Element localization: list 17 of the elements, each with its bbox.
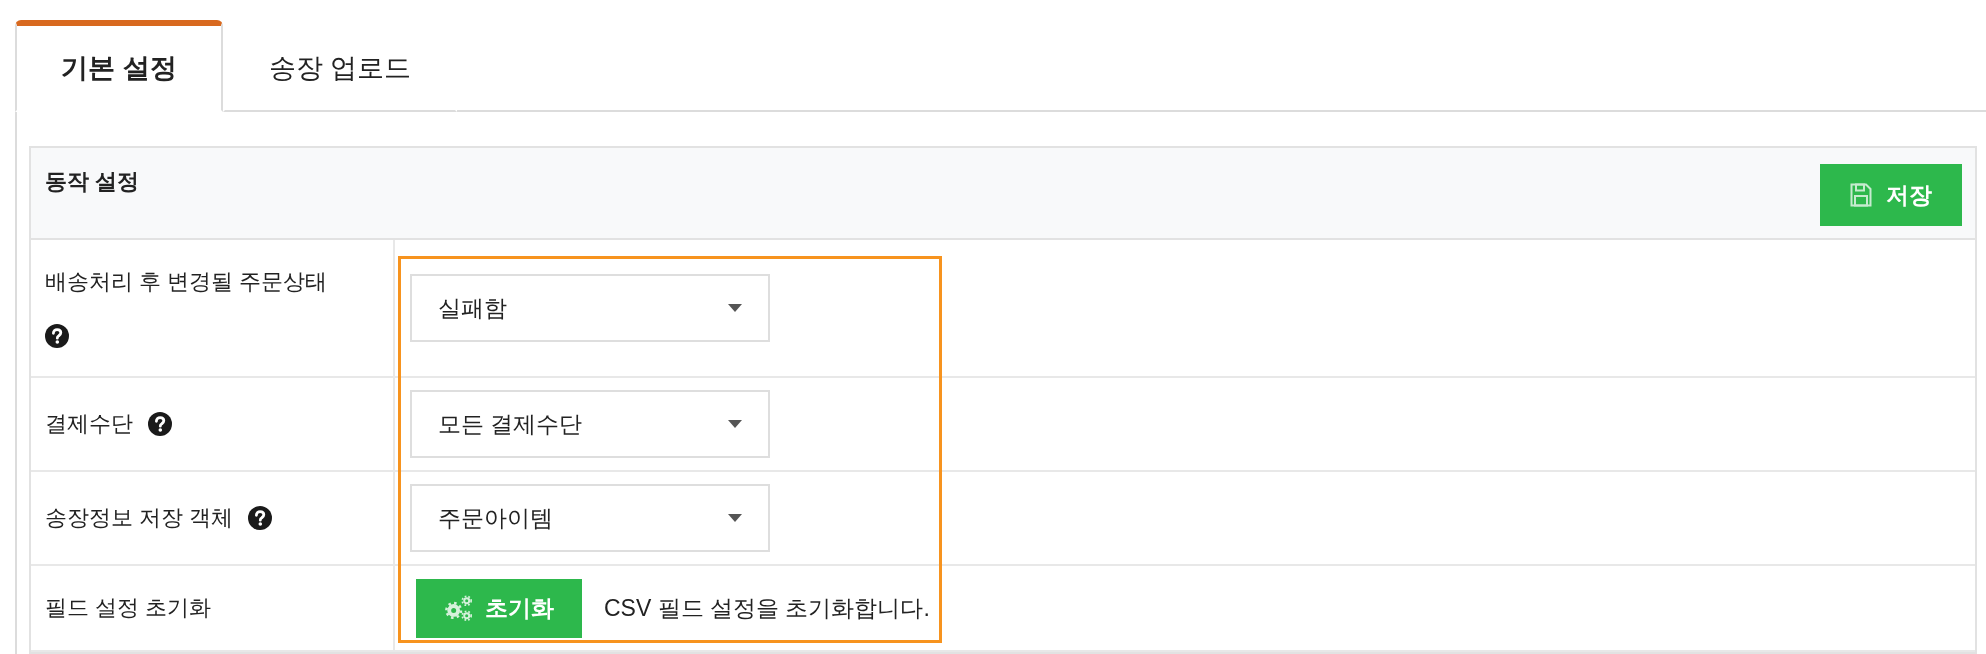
dropdown[interactable]: 실패함 xyxy=(410,274,770,342)
caret-icon xyxy=(728,304,742,312)
caret-icon xyxy=(728,420,742,428)
reset-description: CSV 필드 설정을 초기화합니다. xyxy=(604,593,930,623)
help-icon[interactable] xyxy=(45,324,69,348)
caret-icon xyxy=(728,514,742,522)
setting-label: 송장정보 저장 객체 xyxy=(45,504,234,532)
setting-label: 필드 설정 초기화 xyxy=(45,594,212,622)
tab[interactable]: 기본 설정 xyxy=(15,20,223,112)
dropdown[interactable]: 주문아이템 xyxy=(410,484,770,552)
dropdown[interactable]: 모든 결제수단 xyxy=(410,390,770,458)
setting-label: 배송처리 후 변경될 주문상태 xyxy=(45,268,328,296)
help-icon[interactable] xyxy=(248,506,273,530)
help-icon[interactable] xyxy=(148,412,172,436)
setting-label: 결제수단 xyxy=(45,410,133,438)
section-title: 동작 설정 xyxy=(45,168,140,196)
gears-icon xyxy=(444,594,473,622)
